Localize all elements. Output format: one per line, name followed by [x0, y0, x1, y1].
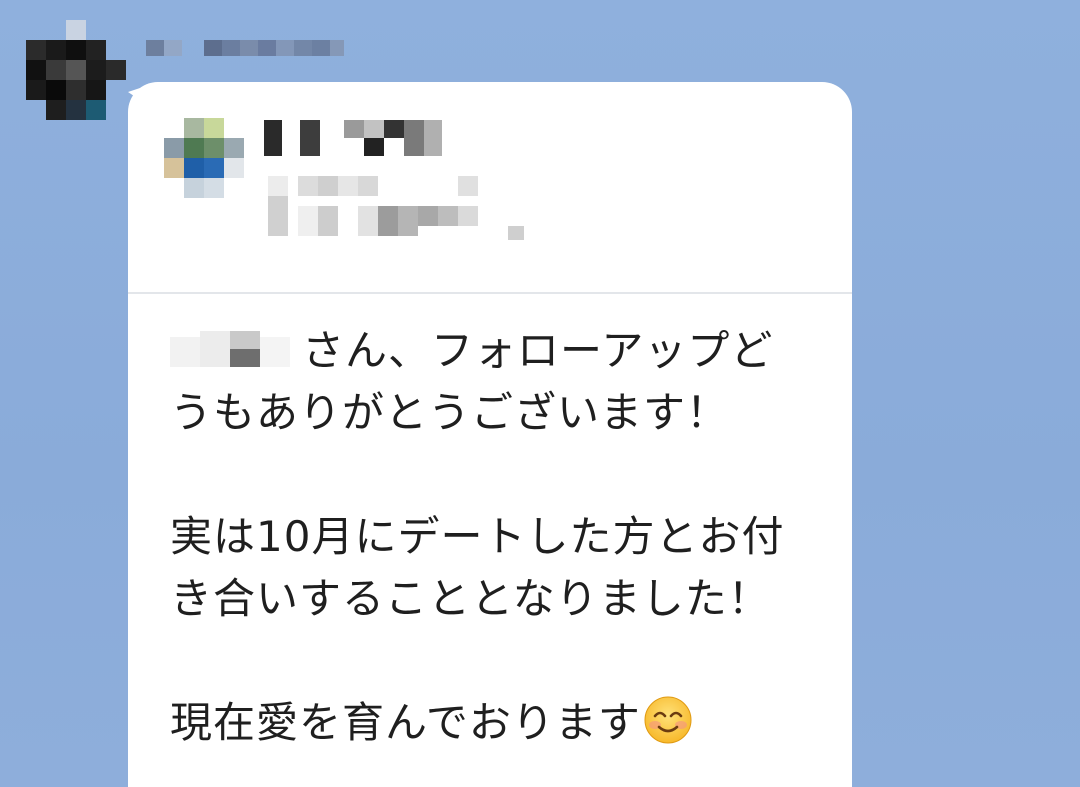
smiling-face-icon [644, 696, 692, 744]
shared-contact-card[interactable] [128, 82, 852, 292]
card-divider [128, 292, 852, 294]
sender-name-redacted [146, 38, 346, 58]
chat-background: さん、フォローアップど うもありがとうございます！ 実は10月にデートした方とお… [0, 0, 1080, 787]
message-line-2: うもありがとうございます！ [170, 388, 730, 437]
recipient-name-redacted [170, 331, 302, 371]
message-line-4: き合いすることとなりました！ [170, 574, 771, 623]
message-bubble[interactable]: さん、フォローアップど うもありがとうございます！ 実は10月にデートした方とお… [128, 82, 852, 787]
sender-avatar[interactable] [26, 20, 126, 120]
contact-avatar [164, 118, 244, 198]
message-text: さん、フォローアップど うもありがとうございます！ 実は10月にデートした方とお… [170, 320, 830, 754]
contact-status-redacted [258, 176, 558, 256]
contact-name-redacted [264, 118, 454, 158]
message-line-1: さん、フォローアップど [170, 320, 830, 382]
message-line-5: 現在愛を育んでおります [170, 692, 830, 754]
message-line-3: 実は10月にデートした方とお付 [170, 512, 785, 561]
